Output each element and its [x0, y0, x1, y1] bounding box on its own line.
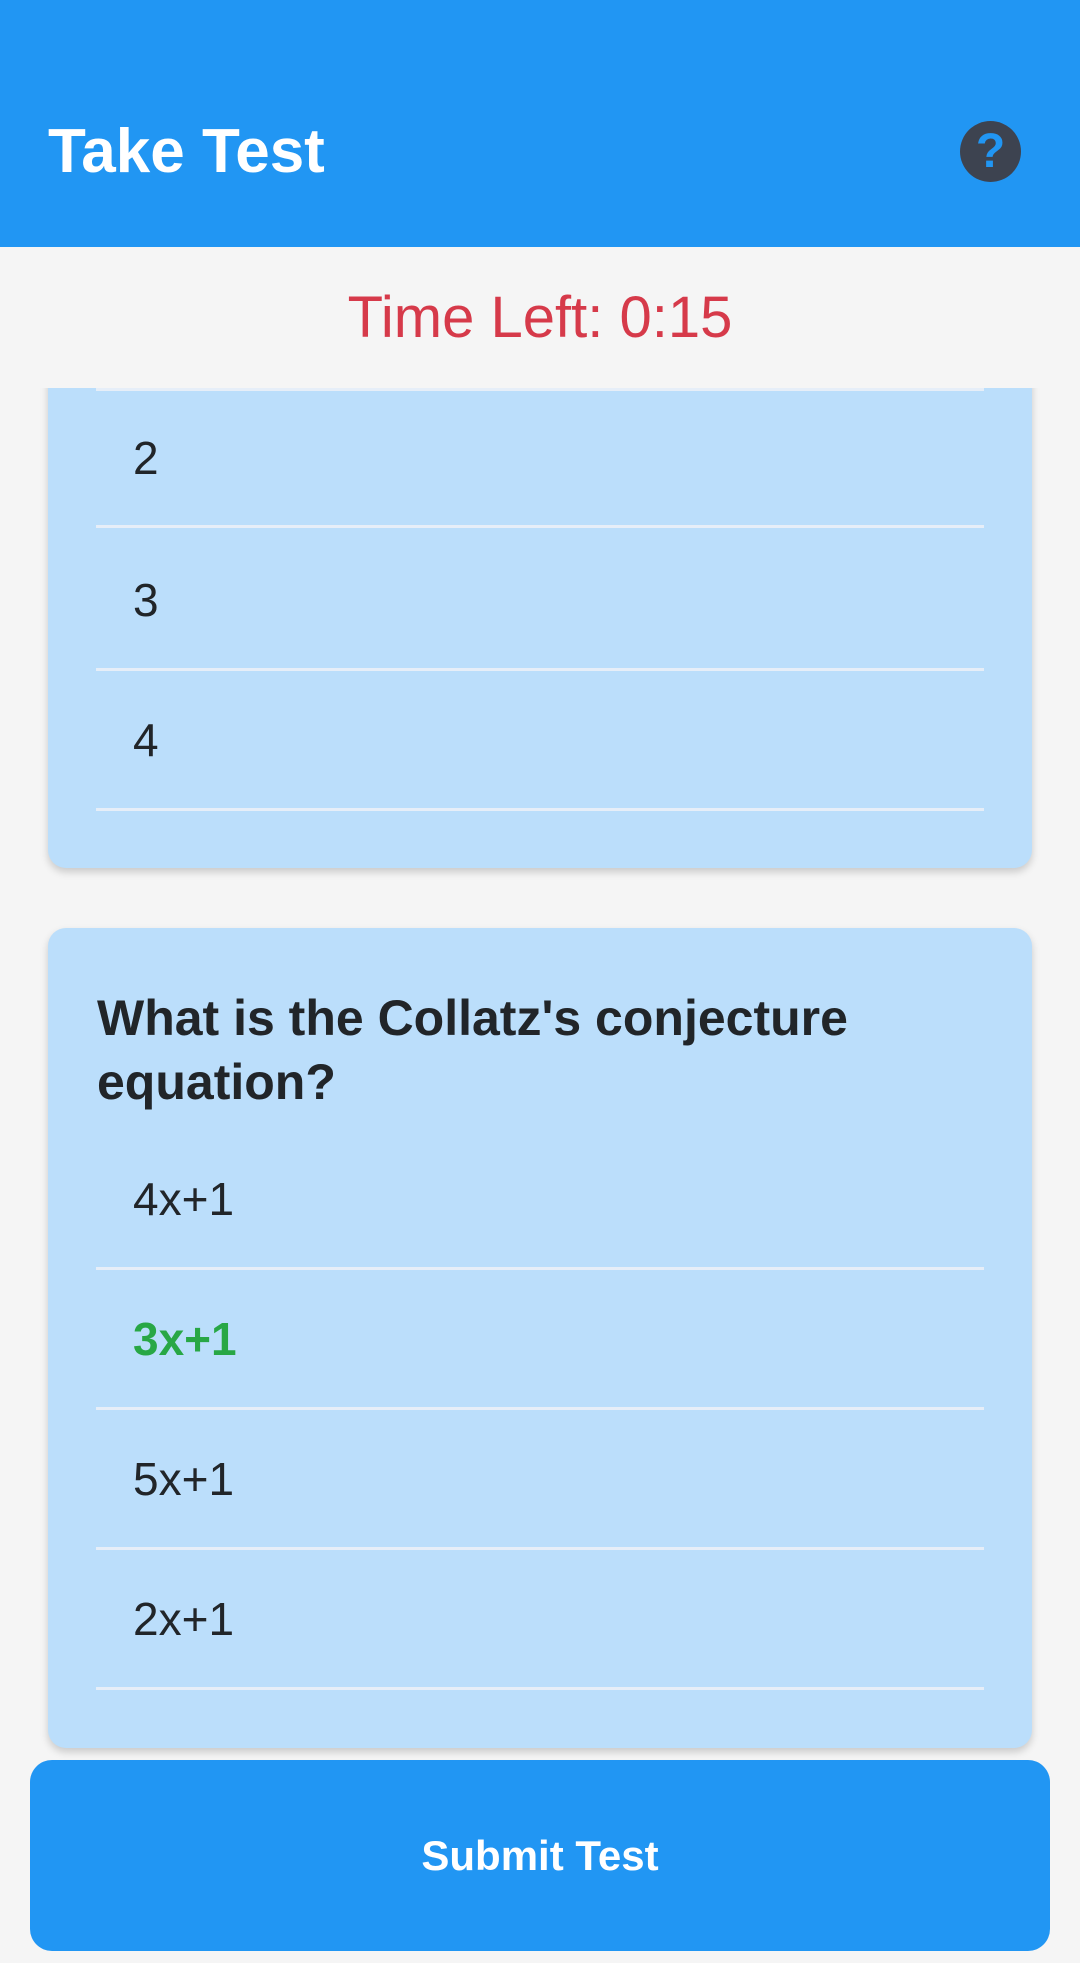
option-2[interactable]: 2: [96, 388, 984, 528]
question-card: 2 3 4: [48, 388, 1032, 868]
option-5x+1[interactable]: 5x+1: [96, 1410, 984, 1550]
option-3x+1[interactable]: 3x+1: [96, 1270, 984, 1410]
help-icon[interactable]: ?: [960, 121, 1021, 182]
option-4x+1[interactable]: 4x+1: [96, 1130, 984, 1270]
question-text: What is the Collatz's conjecture equatio…: [97, 990, 848, 1110]
app-bar: Take Test ?: [0, 0, 1080, 247]
page-title: Take Test: [48, 117, 325, 186]
option-2x+1[interactable]: 2x+1: [96, 1550, 984, 1690]
time-left-label: Time Left: 0:15: [347, 285, 733, 350]
submit-test-button[interactable]: Submit Test: [30, 1760, 1050, 1951]
question-card: What is the Collatz's conjecture equatio…: [48, 928, 1032, 1748]
option-3[interactable]: 3: [96, 531, 984, 671]
option-4[interactable]: 4: [96, 671, 984, 811]
questions-list[interactable]: 2 3 4 What is the Collatz's conjecture e…: [0, 388, 1080, 1760]
